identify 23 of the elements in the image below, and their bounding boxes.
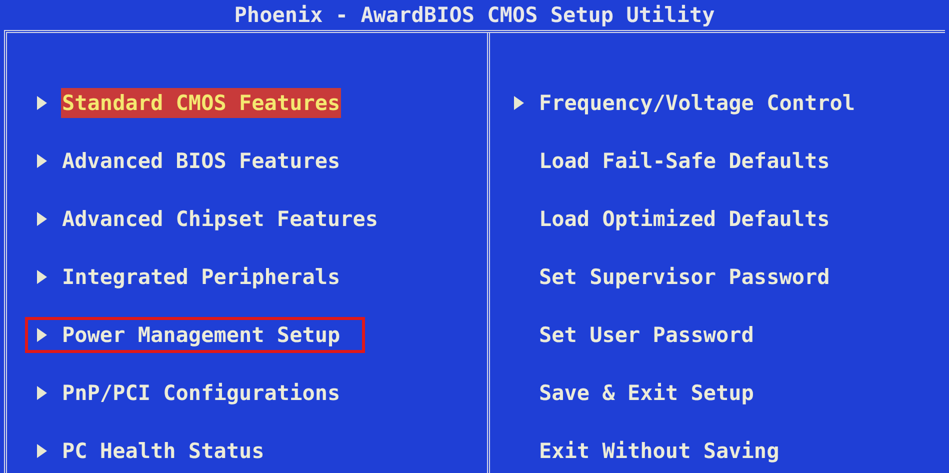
triangle-icon xyxy=(37,386,47,400)
menu-item[interactable]: Exit Without Saving xyxy=(538,436,780,466)
menu-item[interactable]: Load Fail-Safe Defaults xyxy=(538,146,831,176)
triangle-icon xyxy=(514,96,524,110)
menu-item[interactable]: PnP/PCI Configurations xyxy=(61,378,342,408)
triangle-icon xyxy=(37,154,47,168)
menu-item[interactable]: Set Supervisor Password xyxy=(538,262,831,292)
menu-item[interactable]: Save & Exit Setup xyxy=(538,378,755,408)
triangle-icon xyxy=(37,328,47,342)
menu-item[interactable]: Set User Password xyxy=(538,320,755,350)
menu-item[interactable]: Frequency/Voltage Control xyxy=(538,88,856,118)
menu-item[interactable]: Advanced BIOS Features xyxy=(61,146,342,176)
menu-item[interactable]: Integrated Peripherals xyxy=(61,262,342,292)
window-title: Phoenix - AwardBIOS CMOS Setup Utility xyxy=(234,4,715,26)
menu-item[interactable]: Load Optimized Defaults xyxy=(538,204,831,234)
menu-item[interactable]: Power Management Setup xyxy=(61,320,342,350)
triangle-icon xyxy=(37,270,47,284)
menu-item[interactable]: Advanced Chipset Features xyxy=(61,204,380,234)
triangle-icon xyxy=(37,444,47,458)
triangle-icon xyxy=(37,96,47,110)
menu-item[interactable]: Standard CMOS Features xyxy=(61,88,342,118)
triangle-icon xyxy=(37,212,47,226)
menu-item[interactable]: PC Health Status xyxy=(61,436,266,466)
